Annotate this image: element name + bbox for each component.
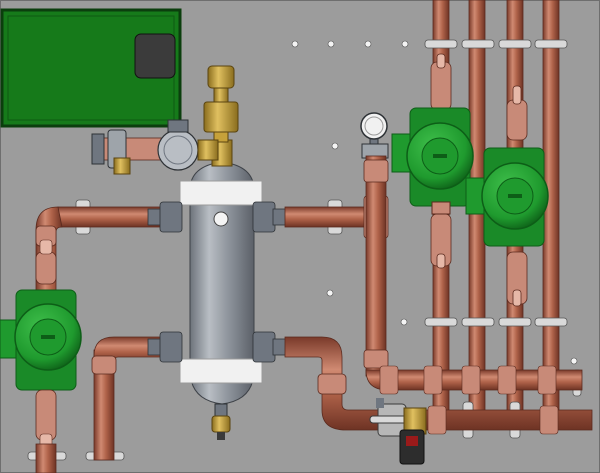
insulation-band-top [179,180,263,206]
left-valve-upper [35,251,57,285]
air-vent [203,65,239,143]
return-fitting-a [427,405,447,435]
header-fitting-b [423,365,443,395]
pipe-main-vertical [365,155,387,377]
left-valve-handle-upper [39,239,53,255]
header-fitting-c [461,365,481,395]
riser-lower-fitting [363,349,389,369]
riser-fitting [363,159,389,183]
pipe-left-down [35,443,57,473]
hydraulic-separator [179,161,263,405]
insulation-band-bottom [179,358,263,384]
return-fitting-b [539,405,559,435]
header-fitting-a [379,365,399,395]
left-lower-fitting [91,355,117,375]
sensor-port [213,211,229,227]
header-fitting-e [537,365,557,395]
control-box [0,8,182,128]
left-valve-lower [35,389,57,441]
header-fitting-d [497,365,517,395]
control-box-display [134,33,176,79]
piping-diagram [0,0,600,473]
lower-loop-fitting [317,373,347,395]
